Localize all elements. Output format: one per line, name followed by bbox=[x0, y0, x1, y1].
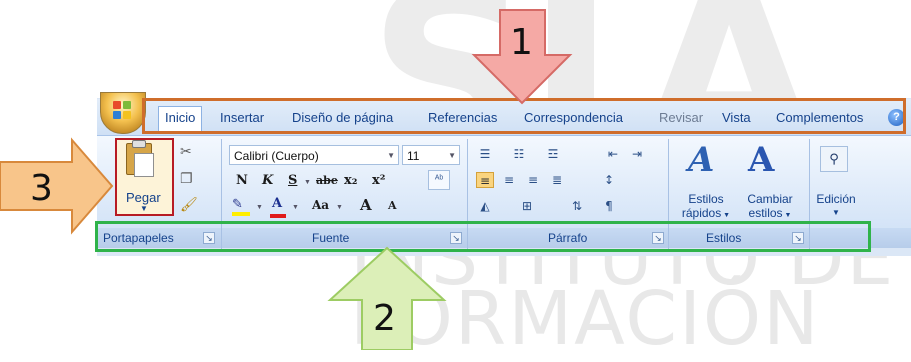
annotation-number-2: 2 bbox=[373, 298, 396, 339]
arrow-3-right-icon bbox=[0, 137, 114, 235]
annotation-number-3: 3 bbox=[30, 168, 53, 209]
annotation-number-1: 1 bbox=[510, 22, 533, 63]
annotation-arrows bbox=[0, 9, 573, 350]
